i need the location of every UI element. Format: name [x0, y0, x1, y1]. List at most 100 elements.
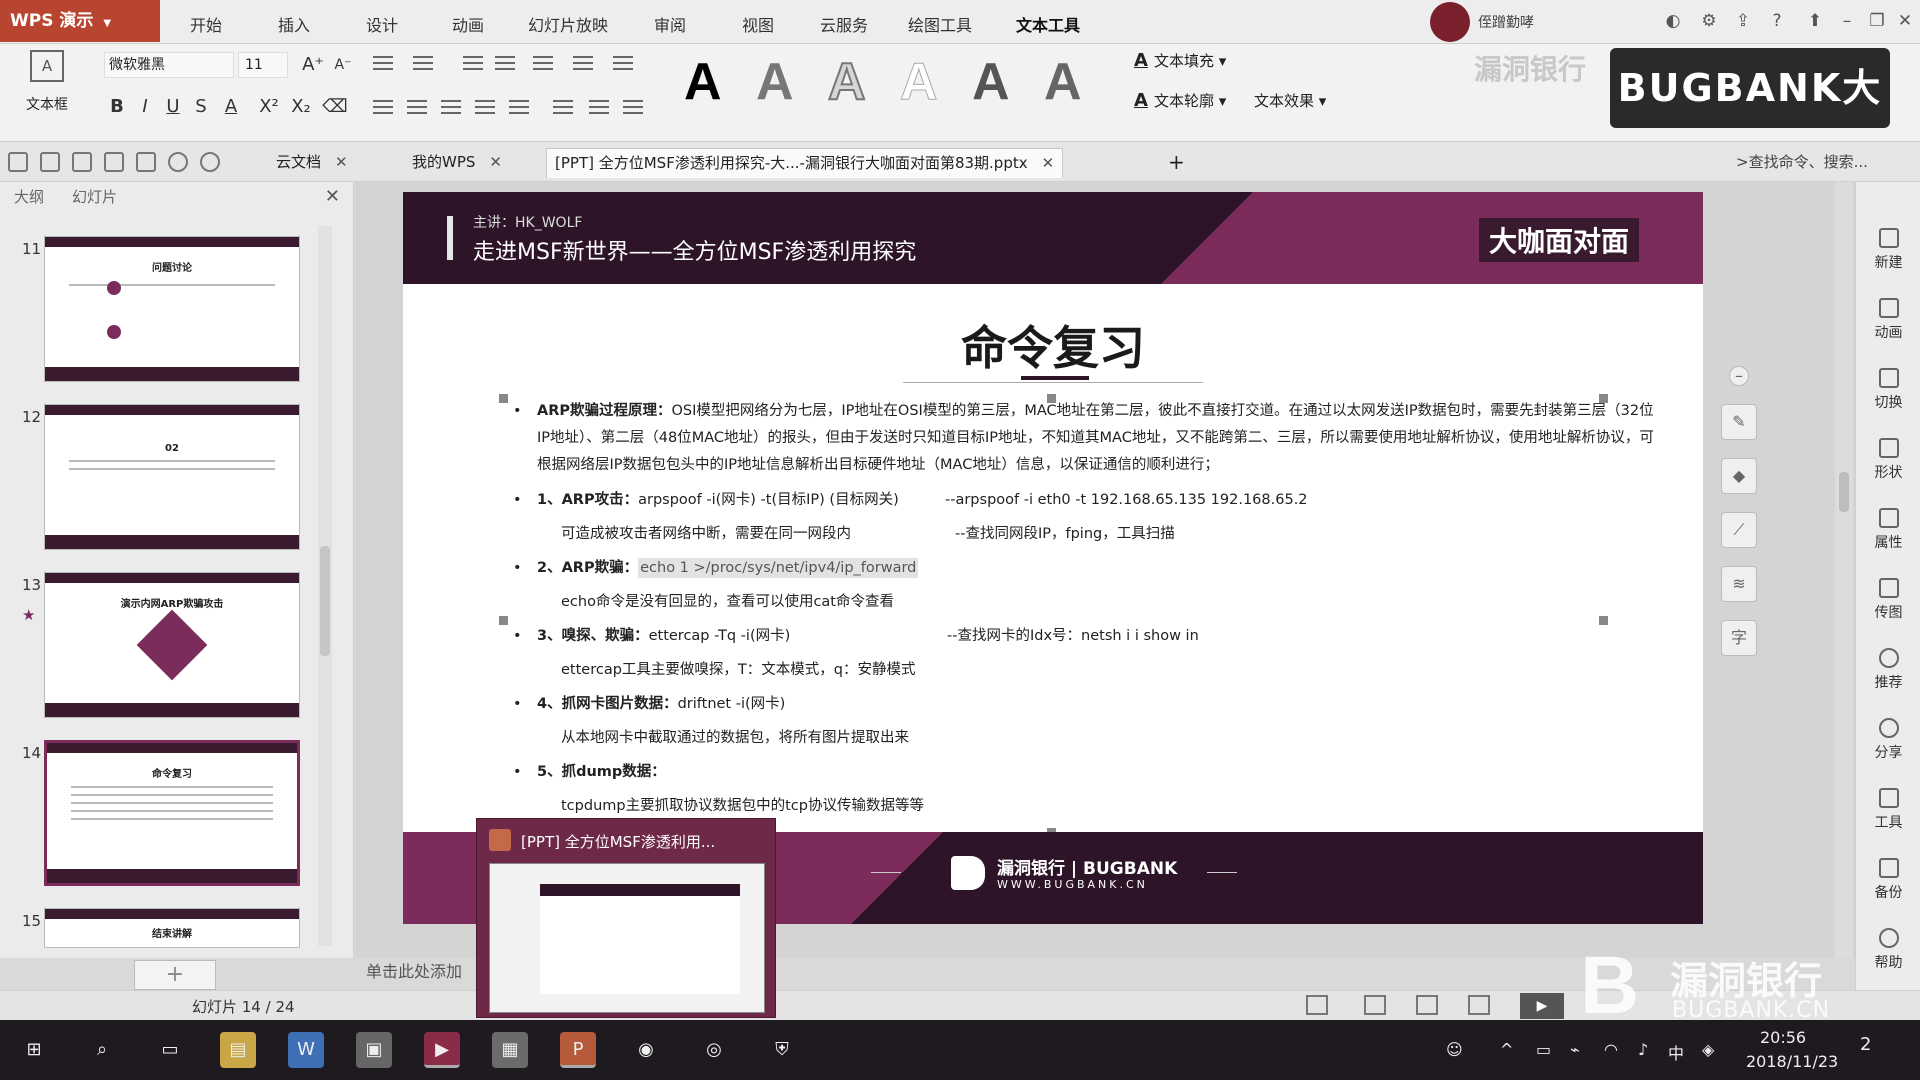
menu-design[interactable]: 设计 — [366, 12, 398, 36]
content-textbox[interactable]: • ARP欺骗过程原理：OSI模型把网络分为七层，IP地址在OSI模型的第三层，… — [513, 398, 1663, 823]
preview-icon[interactable] — [136, 152, 156, 172]
task-tools[interactable]: 工具 — [1856, 788, 1920, 832]
shield-icon[interactable]: ⛨ — [764, 1032, 800, 1068]
search-icon[interactable]: ⌕ — [84, 1032, 120, 1068]
menu-review[interactable]: 审阅 — [654, 12, 686, 36]
print-icon[interactable] — [104, 152, 124, 172]
tab-slides[interactable]: 幻灯片 — [72, 182, 117, 212]
para-indent-icon[interactable] — [586, 96, 612, 120]
normal-view-icon[interactable] — [1364, 995, 1386, 1015]
font-color-icon[interactable]: A — [218, 94, 244, 120]
close-icon[interactable]: ✕ — [489, 153, 502, 171]
selection-handle[interactable] — [499, 394, 508, 403]
task-properties[interactable]: 属性 — [1856, 508, 1920, 552]
sorter-view-icon[interactable] — [1416, 995, 1438, 1015]
redo-icon[interactable] — [200, 152, 220, 172]
text-style-3[interactable]: A — [827, 52, 867, 112]
wps-ppt-icon[interactable]: P — [560, 1032, 596, 1068]
bold-icon[interactable]: B — [104, 94, 130, 120]
task-transition[interactable]: 切换 — [1856, 368, 1920, 412]
task-backup[interactable]: 备份 — [1856, 858, 1920, 902]
distribute-icon[interactable] — [506, 96, 532, 120]
battery-icon[interactable]: ▭ — [1536, 1040, 1551, 1059]
usb-icon[interactable]: ⌁ — [1570, 1040, 1580, 1059]
new-tab-icon[interactable]: + — [1160, 148, 1193, 178]
play-slideshow-icon[interactable]: ▶ — [1520, 993, 1564, 1019]
text-style-6[interactable]: A — [1044, 52, 1082, 112]
close-icon[interactable]: ✕ — [335, 153, 348, 171]
windows-start-icon[interactable]: ⊞ — [16, 1032, 52, 1068]
notes-view-icon[interactable] — [1306, 995, 1328, 1015]
menu-drawing-tools[interactable]: 绘图工具 — [908, 12, 972, 36]
slide-thumbnail-13[interactable]: 演示内网ARP欺骗攻击 — [44, 572, 300, 718]
slide-title[interactable]: 命令复习 — [403, 312, 1703, 378]
share-icon[interactable]: ⇪ — [1730, 8, 1756, 34]
menu-text-tools[interactable]: 文本工具 — [1016, 12, 1080, 36]
slide-thumbnail-14[interactable]: 命令复习 — [44, 740, 300, 886]
file-explorer-icon[interactable]: ▤ — [220, 1032, 256, 1068]
tab-document[interactable]: [PPT] 全方位MSF渗透利用探究-大...-漏洞银行大咖面对面第83期.pp… — [546, 148, 1064, 178]
subscript-icon[interactable]: X₂ — [288, 94, 314, 120]
browser-icon[interactable]: ◉ — [628, 1032, 664, 1068]
task-view-icon[interactable]: ▭ — [152, 1032, 188, 1068]
skin-icon[interactable]: ◐ — [1660, 8, 1686, 34]
user-name[interactable]: 侄蹭勤哮 — [1478, 12, 1534, 32]
menu-slideshow[interactable]: 幻灯片放映 — [528, 12, 608, 36]
tab-cloud-docs[interactable]: 云文档 ✕ — [268, 148, 356, 178]
text-style-1[interactable]: A — [684, 52, 722, 112]
canvas-scrollbar[interactable] — [1835, 182, 1853, 958]
app-menu-button[interactable]: WPS 演示 ▼ — [0, 0, 160, 42]
columns-icon[interactable] — [530, 52, 556, 76]
task-animation[interactable]: 动画 — [1856, 298, 1920, 342]
slide[interactable]: 主讲：HK_WOLF 走进MSF新世界——全方位MSF渗透利用探究 大咖面对面 … — [403, 192, 1703, 924]
reading-view-icon[interactable] — [1468, 995, 1490, 1015]
align-left-icon[interactable] — [370, 96, 396, 120]
fill-icon[interactable]: ◆ — [1721, 458, 1757, 494]
wifi-icon[interactable]: ◠ — [1604, 1040, 1618, 1059]
align-right-icon[interactable] — [438, 96, 464, 120]
ime-indicator[interactable]: 中 — [1668, 1040, 1684, 1064]
outline-icon[interactable]: ⟋ — [1721, 512, 1757, 548]
minimize-icon[interactable]: – — [1834, 8, 1860, 34]
text-fill-button[interactable]: A 文本填充 ▾ — [1134, 50, 1226, 71]
indent-icon[interactable] — [492, 52, 518, 76]
justify-icon[interactable] — [472, 96, 498, 120]
notes-placeholder[interactable]: 单击此处添加 — [366, 958, 462, 982]
notification-center-icon[interactable]: 2 — [1860, 1034, 1871, 1055]
paragraph-spacing-icon[interactable] — [550, 96, 576, 120]
task-new[interactable]: 新建 — [1856, 228, 1920, 272]
screen-recorder-icon[interactable]: ▦ — [492, 1032, 528, 1068]
font-size-select[interactable]: 11 — [238, 52, 288, 78]
slide-thumbnail-12[interactable]: 02 — [44, 404, 300, 550]
app-icon[interactable]: ▣ — [356, 1032, 392, 1068]
outdent-icon[interactable] — [460, 52, 486, 76]
clear-format-icon[interactable]: ⌫ — [322, 94, 348, 120]
open-icon[interactable] — [8, 152, 28, 172]
edit-shape-icon[interactable]: ✎ — [1721, 404, 1757, 440]
close-icon[interactable]: ✕ — [1892, 8, 1918, 34]
italic-icon[interactable]: I — [132, 94, 158, 120]
slide-pane-scrollbar[interactable] — [318, 226, 332, 946]
collapse-icon[interactable]: – — [1729, 366, 1749, 386]
undo-icon[interactable] — [168, 152, 188, 172]
tab-my-wps[interactable]: 我的WPS ✕ — [404, 148, 510, 178]
close-icon[interactable]: ✕ — [1042, 154, 1055, 172]
task-upload-image[interactable]: 传图 — [1856, 578, 1920, 622]
number-list-icon[interactable] — [410, 52, 436, 76]
menu-cloud[interactable]: 云服务 — [820, 12, 868, 36]
maximize-icon[interactable]: ❐ — [1864, 8, 1890, 34]
task-shape[interactable]: 形状 — [1856, 438, 1920, 482]
input-tool-icon[interactable]: ◈ — [1702, 1040, 1714, 1059]
people-icon[interactable]: ☺ — [1446, 1040, 1463, 1059]
add-slide-button[interactable]: + — [134, 960, 216, 990]
export-icon[interactable] — [72, 152, 92, 172]
slide-thumbnail-15[interactable]: 结束讲解 — [44, 908, 300, 948]
grow-font-icon[interactable]: A⁺ — [300, 52, 326, 78]
text-style-2[interactable]: A — [756, 52, 794, 112]
taskbar-window-preview[interactable]: [PPT] 全方位MSF渗透利用... — [476, 818, 776, 1018]
save-icon[interactable] — [40, 152, 60, 172]
chevron-up-icon[interactable]: ^ — [1500, 1040, 1513, 1059]
menu-view[interactable]: 视图 — [742, 12, 774, 36]
avatar[interactable] — [1430, 2, 1470, 42]
text-box-align-icon[interactable] — [620, 96, 646, 120]
